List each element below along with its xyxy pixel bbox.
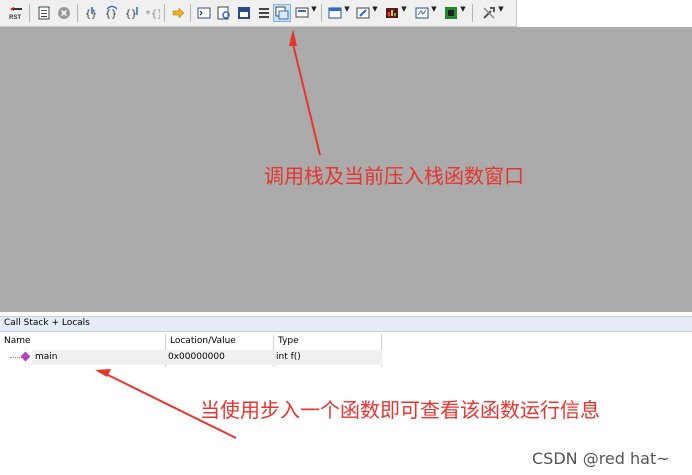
- annotation-arrows: [95, 29, 321, 439]
- arrow-bottom: [105, 373, 237, 439]
- arrow-head-top: [289, 29, 297, 46]
- arrow-top: [292, 43, 321, 156]
